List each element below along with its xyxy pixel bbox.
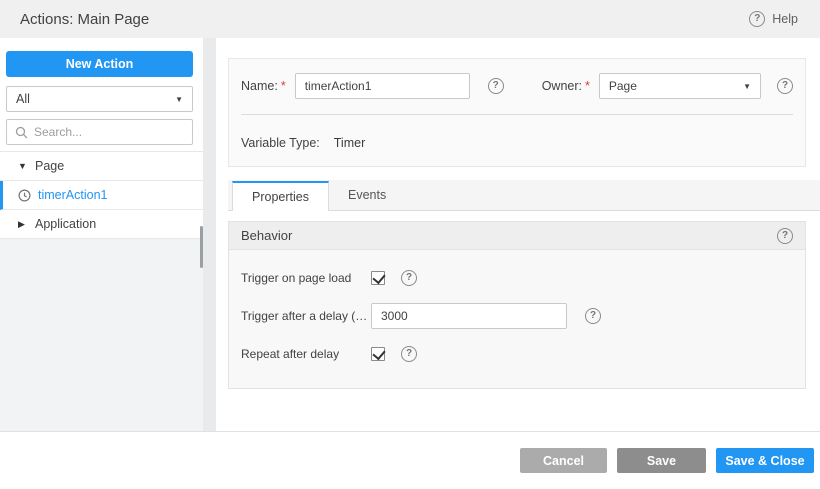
trigger-on-page-load-label: Trigger on page load <box>241 271 352 285</box>
behavior-section: Behavior ? Trigger on page load ? Trigge… <box>228 221 806 389</box>
search-box[interactable] <box>6 119 193 145</box>
owner-help-icon[interactable]: ? <box>777 78 793 94</box>
chevron-down-icon: ▼ <box>175 94 183 104</box>
sidebar-main-divider <box>203 38 216 431</box>
sidebar-controls: New Action All ▼ <box>0 38 203 151</box>
owner-dropdown-value: Page <box>608 79 637 93</box>
main-content: Name: * ? Owner: * Page ▼ ? Variable Typ… <box>216 38 820 431</box>
help-label: Help <box>772 12 798 26</box>
repeat-after-delay-row: Repeat after delay ? <box>241 336 793 372</box>
trigger-delay-field[interactable] <box>371 303 567 329</box>
tree-item-label: timerAction1 <box>38 188 108 202</box>
behavior-help-icon[interactable]: ? <box>777 227 793 244</box>
tab-properties[interactable]: Properties <box>232 181 329 211</box>
trigger-delay-row: Trigger after a delay (millisec... ? <box>241 298 793 334</box>
actions-dialog: Actions: Main Page ? Help New Action All… <box>0 0 820 489</box>
triangle-down-icon[interactable]: ▼ <box>18 161 28 171</box>
tree-item-label: Page <box>35 159 65 173</box>
tab-events[interactable]: Events <box>329 180 405 210</box>
tree-item-page[interactable]: ▼ Page <box>0 152 203 181</box>
triangle-right-icon[interactable]: ▶ <box>18 219 28 230</box>
variable-type-row: Variable Type: Timer <box>241 134 793 152</box>
variable-type-label: Variable Type: <box>241 136 320 150</box>
dialog-footer: Cancel Save Save & Close <box>0 431 820 489</box>
actions-sidebar: New Action All ▼ ▼ Page <box>0 38 203 431</box>
behavior-section-body: Trigger on page load ? Trigger after a d… <box>229 250 805 388</box>
search-icon <box>15 126 28 138</box>
trigger-delay-label: Trigger after a delay (millisec... <box>241 309 371 323</box>
name-field[interactable] <box>294 73 470 99</box>
trigger-delay-help-icon[interactable]: ? <box>585 308 601 324</box>
trigger-on-page-load-help-icon[interactable]: ? <box>401 270 417 286</box>
name-label: Name: <box>241 79 278 93</box>
name-help-icon[interactable]: ? <box>487 78 504 94</box>
dialog-body: New Action All ▼ ▼ Page <box>0 38 820 431</box>
filter-dropdown[interactable]: All ▼ <box>6 86 193 112</box>
owner-label: Owner: <box>541 79 582 93</box>
properties-events-tabstrip: Properties Events <box>228 180 820 211</box>
owner-required-marker: * <box>585 79 590 93</box>
titlebar: Actions: Main Page ? Help <box>0 0 820 38</box>
name-owner-row: Name: * ? Owner: * Page ▼ ? <box>241 71 793 101</box>
page-title: Actions: Main Page <box>20 10 150 28</box>
filter-dropdown-value: All <box>16 92 30 106</box>
repeat-after-delay-label: Repeat after delay <box>241 347 340 361</box>
owner-dropdown[interactable]: Page ▼ <box>598 73 761 99</box>
chevron-down-icon: ▼ <box>743 81 751 91</box>
trigger-on-page-load-row: Trigger on page load ? <box>241 260 793 296</box>
name-required-marker: * <box>280 79 286 93</box>
actions-tree: ▼ Page timerAction1 ▶ Application <box>0 151 203 239</box>
save-and-close-button[interactable]: Save & Close <box>716 448 814 473</box>
help-circle-icon: ? <box>749 11 766 27</box>
panel-divider <box>241 114 793 115</box>
variable-type-value: Timer <box>333 136 366 150</box>
new-action-button[interactable]: New Action <box>6 51 193 77</box>
tree-item-timeraction1[interactable]: timerAction1 <box>0 181 203 210</box>
tree-item-application[interactable]: ▶ Application <box>0 210 203 239</box>
sidebar-filler <box>0 239 203 431</box>
behavior-section-title: Behavior <box>241 228 293 243</box>
sidebar-scrollbar-thumb[interactable] <box>200 226 203 268</box>
repeat-after-delay-checkbox[interactable] <box>371 347 385 361</box>
trigger-on-page-load-checkbox[interactable] <box>371 271 385 285</box>
clock-icon <box>18 188 31 202</box>
action-header-panel: Name: * ? Owner: * Page ▼ ? Variable Typ… <box>228 58 806 167</box>
help-button[interactable]: ? Help <box>749 11 798 27</box>
search-input[interactable] <box>34 125 184 139</box>
behavior-section-header: Behavior ? <box>229 222 805 250</box>
cancel-button[interactable]: Cancel <box>520 448 607 473</box>
tab-bar: Properties Events <box>228 180 820 211</box>
save-button[interactable]: Save <box>617 448 706 473</box>
tree-item-label: Application <box>35 217 97 231</box>
repeat-after-delay-help-icon[interactable]: ? <box>401 346 417 362</box>
